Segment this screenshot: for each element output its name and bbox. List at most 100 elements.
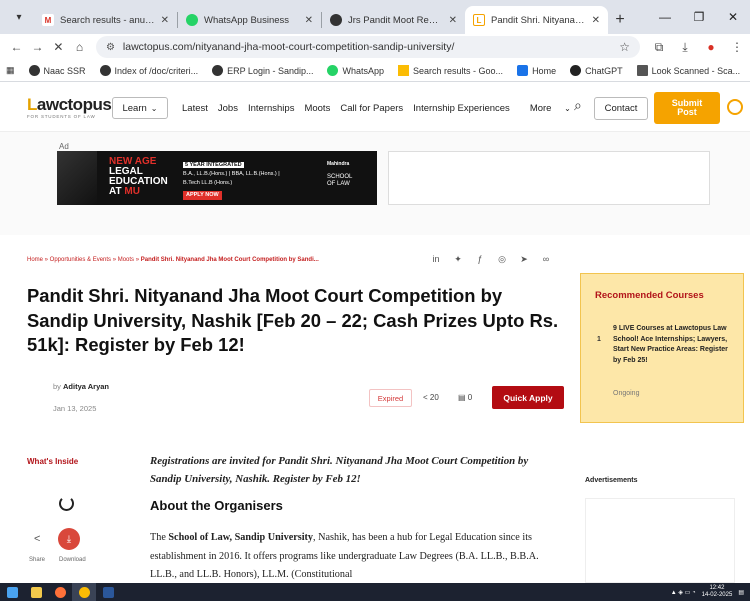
ad-label: Ad bbox=[59, 142, 69, 151]
lawctopus-icon: L bbox=[473, 14, 485, 26]
restore-icon[interactable]: ❐ bbox=[682, 0, 716, 34]
link-icon[interactable]: ∞ bbox=[541, 254, 551, 265]
profile-icon[interactable]: ● bbox=[698, 40, 724, 55]
quick-apply-button[interactable]: Quick Apply bbox=[492, 386, 564, 409]
apps-icon[interactable]: ▦ bbox=[6, 65, 15, 76]
ad-programs: 5 YEAR INTEGRATED B.A., LL.B.(Hons.) | B… bbox=[183, 162, 280, 200]
start-icon[interactable] bbox=[0, 583, 24, 601]
browser-tab-strip: ▾ M Search results - anuja.nehe@s ✕ What… bbox=[0, 0, 750, 34]
comment-count[interactable]: ▤ 0 bbox=[458, 393, 472, 402]
bookmark-drive[interactable]: Search results - Goo... bbox=[398, 65, 503, 76]
address-bar[interactable]: ⚙ lawctopus.com/nityanand-jha-moot-court… bbox=[95, 36, 641, 58]
bookmark-naac[interactable]: Naac SSR bbox=[28, 65, 86, 76]
extensions-icon[interactable]: ⧉ bbox=[646, 40, 672, 55]
file-explorer-icon[interactable] bbox=[24, 583, 48, 601]
bookmark-whatsapp[interactable]: WhatsApp bbox=[327, 65, 384, 76]
learn-dropdown[interactable]: Learn ⌄ bbox=[112, 97, 168, 119]
stop-icon[interactable]: ✕ bbox=[48, 40, 69, 54]
close-icon[interactable]: ✕ bbox=[161, 15, 169, 26]
whatsapp-icon bbox=[327, 65, 339, 76]
recommended-courses-box: Recommended Courses 1 9 LIVE Courses at … bbox=[580, 273, 744, 423]
globe-icon bbox=[28, 65, 40, 76]
tab-search-icon[interactable]: ▾ bbox=[8, 6, 30, 28]
forward-icon[interactable]: → bbox=[27, 40, 48, 54]
bookmark-scan[interactable]: Look Scanned - Sca... bbox=[636, 65, 740, 76]
nav-jobs[interactable]: Jobs bbox=[218, 103, 238, 114]
chevron-down-icon: ⌄ bbox=[564, 104, 571, 113]
gmail-icon: M bbox=[42, 14, 54, 26]
advertisements-label: Advertisements bbox=[585, 477, 638, 484]
doc-icon bbox=[330, 14, 342, 26]
ad-image bbox=[57, 151, 97, 205]
browser-tab-whatsapp[interactable]: WhatsApp Business ✕ bbox=[178, 6, 321, 34]
close-window-icon[interactable]: ✕ bbox=[716, 0, 750, 34]
facebook-icon[interactable]: ƒ bbox=[475, 254, 485, 265]
bookmark-index[interactable]: Index of /doc/criteri... bbox=[99, 65, 198, 76]
chevron-down-icon: ⌄ bbox=[150, 103, 158, 113]
loading-spinner-icon bbox=[59, 496, 74, 511]
linkedin-icon[interactable]: in bbox=[431, 254, 441, 265]
firefox-icon[interactable] bbox=[48, 583, 72, 601]
ad-banner[interactable]: NEW AGE LEGAL EDUCATION AT MU 5 YEAR INT… bbox=[57, 151, 377, 205]
author-name[interactable]: Aditya Aryan bbox=[63, 382, 109, 391]
nav-internship-experiences[interactable]: Internship Experiences bbox=[413, 103, 510, 114]
browser-tab-report[interactable]: Jrs Pandit Moot Report ✕ bbox=[322, 6, 465, 34]
word-icon[interactable] bbox=[96, 583, 120, 601]
whats-inside-heading[interactable]: What's Inside bbox=[27, 457, 78, 466]
download-icon[interactable]: ⤓ bbox=[58, 528, 80, 550]
whatsapp-icon[interactable]: ◎ bbox=[497, 254, 507, 265]
main-nav: Latest Jobs Internships Moots Call for P… bbox=[182, 103, 591, 114]
ad-school: Mahindra SCHOOL OF LAW bbox=[327, 161, 353, 187]
bookmark-chatgpt[interactable]: ChatGPT bbox=[570, 65, 623, 76]
home-icon[interactable]: ⌂ bbox=[69, 40, 90, 54]
contact-button[interactable]: Contact bbox=[594, 97, 648, 120]
site-info-icon[interactable]: ⚙ bbox=[106, 42, 115, 53]
tray-icons[interactable]: ▲ ◈ ▭ ◔ bbox=[671, 589, 696, 596]
section-heading: About the Organisers bbox=[150, 498, 283, 513]
download-label[interactable]: Download bbox=[59, 557, 86, 563]
share-icon[interactable]: < bbox=[34, 533, 40, 545]
notifications-icon[interactable]: ▤ bbox=[738, 589, 744, 596]
chrome-icon[interactable] bbox=[72, 583, 96, 601]
share-count[interactable]: < 20 bbox=[423, 393, 439, 402]
author-line: by Aditya Aryan bbox=[53, 382, 110, 391]
close-icon[interactable]: ✕ bbox=[449, 15, 457, 26]
back-icon[interactable]: ← bbox=[6, 40, 27, 54]
bookmark-star-icon[interactable]: ☆ bbox=[619, 40, 630, 54]
lawctopus-logo[interactable]: Lawctopus FOR STUDENTS OF LAW bbox=[27, 95, 112, 119]
nav-moots[interactable]: Moots bbox=[304, 103, 330, 114]
url-text: lawctopus.com/nityanand-jha-moot-court-c… bbox=[122, 41, 455, 53]
browser-tab-gmail[interactable]: M Search results - anuja.nehe@s ✕ bbox=[34, 6, 177, 34]
bookmark-erp[interactable]: ERP Login - Sandip... bbox=[212, 65, 313, 76]
article: Home » Opportunities & Events » Moots » … bbox=[0, 235, 750, 583]
download-icon[interactable]: ⤓ bbox=[672, 40, 698, 55]
breadcrumb: Home » Opportunities & Events » Moots » … bbox=[27, 257, 319, 263]
ad-placeholder bbox=[388, 151, 710, 205]
share-icon: < bbox=[423, 393, 428, 402]
new-tab-button[interactable]: + bbox=[608, 6, 632, 34]
article-lead: Registrations are invited for Pandit Shr… bbox=[150, 455, 529, 485]
nav-call-for-papers[interactable]: Call for Papers bbox=[340, 103, 403, 114]
nav-internships[interactable]: Internships bbox=[248, 103, 294, 114]
minimize-icon[interactable]: — bbox=[648, 0, 682, 34]
browser-tab-lawctopus[interactable]: L Pandit Shri. Nityanand Jha Moo ✕ bbox=[465, 6, 608, 34]
browser-toolbar: ← → ✕ ⌂ ⚙ lawctopus.com/nityanand-jha-mo… bbox=[0, 34, 750, 60]
publish-date: Jan 13, 2025 bbox=[53, 404, 97, 413]
menu-icon[interactable]: ⋮ bbox=[724, 40, 750, 55]
bookmarks-bar: ▦ Naac SSR Index of /doc/criteri... ERP … bbox=[0, 60, 750, 82]
submit-post-button[interactable]: Submit Post bbox=[654, 92, 720, 124]
recommended-course-link[interactable]: 9 LIVE Courses at Lawctopus Law School! … bbox=[613, 324, 733, 366]
telegram-icon[interactable]: ➤ bbox=[519, 254, 529, 265]
search-icon[interactable]: ⌕ bbox=[574, 97, 582, 114]
home-icon bbox=[517, 65, 529, 76]
bookmark-home[interactable]: Home bbox=[517, 65, 556, 76]
twitter-icon[interactable]: ✦ bbox=[453, 254, 463, 265]
clock[interactable]: 12:42 14-02-2025 bbox=[702, 585, 733, 599]
close-icon[interactable]: ✕ bbox=[305, 15, 313, 26]
user-icon[interactable] bbox=[727, 99, 743, 115]
globe-icon bbox=[99, 65, 111, 76]
share-label[interactable]: Share bbox=[29, 557, 45, 563]
close-icon[interactable]: ✕ bbox=[592, 15, 600, 26]
nav-latest[interactable]: Latest bbox=[182, 103, 208, 114]
toolbar-actions: ⧉ ⤓ ● ⋮ bbox=[646, 40, 750, 55]
